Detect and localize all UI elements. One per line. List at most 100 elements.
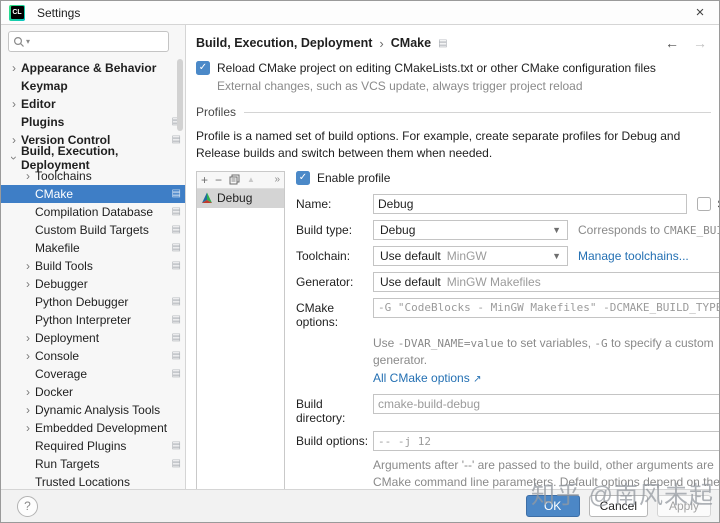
sidebar-item-embedded-development[interactable]: › Embedded Development (1, 419, 185, 437)
sidebar-item-deployment[interactable]: › Deployment ▤ (1, 329, 185, 347)
chevron-right-icon[interactable]: › (21, 170, 35, 182)
sidebar-item-build-tools[interactable]: › Build Tools ▤ (1, 257, 185, 275)
build-directory-field[interactable] (373, 394, 719, 415)
sidebar-scrollbar[interactable] (177, 59, 183, 487)
sidebar-item-makefile[interactable]: Makefile ▤ (1, 239, 185, 257)
sidebar-item-label: Editor (21, 97, 56, 111)
external-link-icon: ↗ (473, 373, 482, 385)
sidebar-item-run-targets[interactable]: Run Targets ▤ (1, 455, 185, 473)
reload-cmake-checkbox[interactable]: ✓ (196, 61, 210, 75)
toolchain-select[interactable]: Use default MinGW ▼ (373, 245, 568, 266)
build-options-label: Build options: (296, 434, 369, 449)
sidebar-item-appearance-behavior[interactable]: › Appearance & Behavior (1, 59, 185, 77)
chevron-right-icon[interactable]: › (21, 332, 35, 344)
ok-button[interactable]: OK (525, 495, 580, 517)
sidebar-item-plugins[interactable]: Plugins▤ (1, 113, 185, 131)
chevron-down-icon: ▼ (552, 224, 561, 235)
manage-toolchains-link[interactable]: Manage toolchains... (578, 246, 689, 266)
share-label: Share (717, 197, 719, 211)
chevron-right-icon[interactable]: › (21, 422, 35, 434)
sidebar-item-label: Coverage (35, 367, 88, 381)
sidebar-item-console[interactable]: › Console ▤ (1, 347, 185, 365)
generator-select[interactable]: Use default MinGW Makefiles ▼ (373, 271, 719, 292)
sidebar-item-docker[interactable]: › Docker (1, 383, 185, 401)
search-field[interactable] (30, 34, 164, 49)
footer: ? OK Cancel Apply (1, 489, 719, 522)
sidebar-item-coverage[interactable]: Coverage ▤ (1, 365, 185, 383)
name-input[interactable] (378, 196, 683, 211)
generator-label: Generator: (296, 274, 354, 289)
help-button[interactable]: ? (17, 495, 38, 517)
add-profile-icon[interactable]: + (201, 174, 208, 186)
chevron-right-icon[interactable]: › (21, 278, 35, 290)
build-options-hint: Arguments after '--' are passed to the b… (373, 458, 719, 489)
breadcrumb-separator: › (379, 35, 384, 51)
sidebar-item-debugger[interactable]: › Debugger (1, 275, 185, 293)
section-divider (244, 111, 711, 113)
breadcrumb-page: CMake (390, 36, 432, 50)
sidebar-item-label: Python Debugger (35, 295, 129, 309)
chevron-right-icon[interactable]: › (21, 350, 35, 362)
cmake-options-field[interactable]: + (373, 297, 719, 318)
more-actions-icon[interactable]: » (274, 174, 280, 185)
forward-arrow-icon: → (693, 35, 707, 51)
titlebar: CL Settings × (1, 1, 719, 25)
enable-profile-label: Enable profile (317, 170, 391, 185)
sidebar-item-build-execution-deployment[interactable]: › Build, Execution, Deployment (1, 144, 185, 172)
chevron-right-icon[interactable]: › (21, 404, 35, 416)
sidebar-item-label: Required Plugins (35, 439, 127, 453)
sidebar-item-label: Makefile (35, 241, 80, 255)
chevron-down-icon[interactable]: › (7, 151, 21, 165)
chevron-right-icon[interactable]: › (21, 260, 35, 272)
scrollbar-thumb[interactable] (177, 59, 183, 131)
sidebar-item-dynamic-analysis-tools[interactable]: › Dynamic Analysis Tools (1, 401, 185, 419)
share-checkbox[interactable] (697, 196, 712, 211)
move-up-icon: ▲ (247, 175, 255, 185)
sidebar-item-python-debugger[interactable]: Python Debugger ▤ (1, 293, 185, 311)
enable-profile-checkbox[interactable]: ✓ (296, 170, 310, 185)
copy-profile-icon[interactable] (229, 174, 240, 185)
name-label: Name: (296, 196, 332, 211)
sidebar-item-python-interpreter[interactable]: Python Interpreter ▤ (1, 311, 185, 329)
chevron-right-icon[interactable]: › (7, 98, 21, 110)
settings-sync-icon: ▤ (438, 37, 448, 49)
sidebar-item-editor[interactable]: › Editor (1, 95, 185, 113)
sidebar-item-required-plugins[interactable]: Required Plugins ▤ (1, 437, 185, 455)
build-directory-input[interactable] (378, 397, 719, 412)
sidebar-item-label: Console (35, 349, 80, 363)
apply-button: Apply (657, 495, 711, 517)
profiles-section-header: Profiles (196, 105, 711, 119)
sidebar-item-cmake[interactable]: CMake ▤ (1, 185, 185, 203)
chevron-right-icon[interactable]: › (7, 134, 21, 146)
reload-hint: External changes, such as VCS update, al… (217, 79, 583, 93)
cmake-options-hint: Use -DVAR_NAME=value to set variables, -… (373, 335, 714, 367)
profile-item-debug[interactable]: Debug (197, 188, 284, 208)
sidebar-item-label: Compilation Database (35, 205, 154, 219)
window-title: Settings (37, 5, 81, 20)
build-options-input[interactable] (378, 434, 719, 448)
back-arrow-icon[interactable]: ← (665, 35, 679, 51)
chevron-right-icon[interactable]: › (21, 386, 35, 398)
sidebar-item-custom-build-targets[interactable]: Custom Build Targets ▤ (1, 221, 185, 239)
sidebar-item-compilation-database[interactable]: Compilation Database ▤ (1, 203, 185, 221)
sidebar-item-label: CMake (35, 187, 74, 201)
search-input[interactable]: ▾ (8, 31, 169, 52)
build-type-select[interactable]: Debug ▼ (373, 219, 568, 240)
sidebar-item-label: Embedded Development (35, 421, 168, 435)
settings-tree: › Appearance & Behavior Keymap › Editor Plugi… (1, 59, 185, 491)
cmake-options-input[interactable] (378, 301, 719, 315)
chevron-right-icon[interactable]: › (7, 62, 21, 74)
breadcrumb-section[interactable]: Build, Execution, Deployment (196, 36, 372, 50)
sidebar-item-keymap[interactable]: Keymap (1, 77, 185, 95)
close-icon[interactable]: × (689, 4, 711, 21)
remove-profile-icon[interactable]: − (215, 174, 222, 186)
name-field[interactable] (373, 193, 688, 214)
toolchain-label: Toolchain: (296, 248, 351, 263)
cancel-button[interactable]: Cancel (588, 495, 648, 517)
profiles-toolbar: + − ▲ » (197, 171, 284, 189)
settings-sidebar: ▾ › Appearance & Behavior Keymap › Editor Plu… (1, 25, 186, 490)
build-options-field[interactable] (373, 431, 719, 452)
all-cmake-options-link[interactable]: All CMake options (373, 371, 470, 385)
sidebar-item-label: Debugger (35, 277, 88, 291)
build-directory-label: Build directory: (296, 397, 346, 426)
